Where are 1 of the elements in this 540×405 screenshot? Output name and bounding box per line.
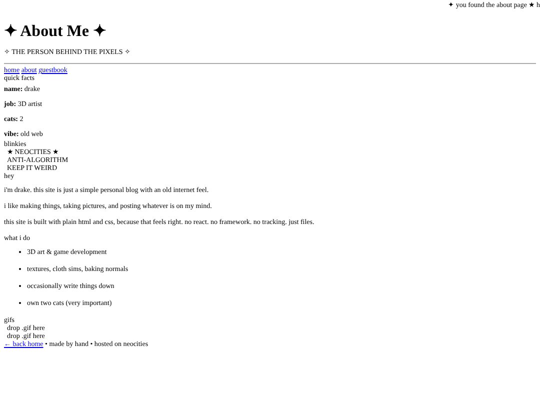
page-title: ✦ About Me ✦ xyxy=(4,23,107,41)
